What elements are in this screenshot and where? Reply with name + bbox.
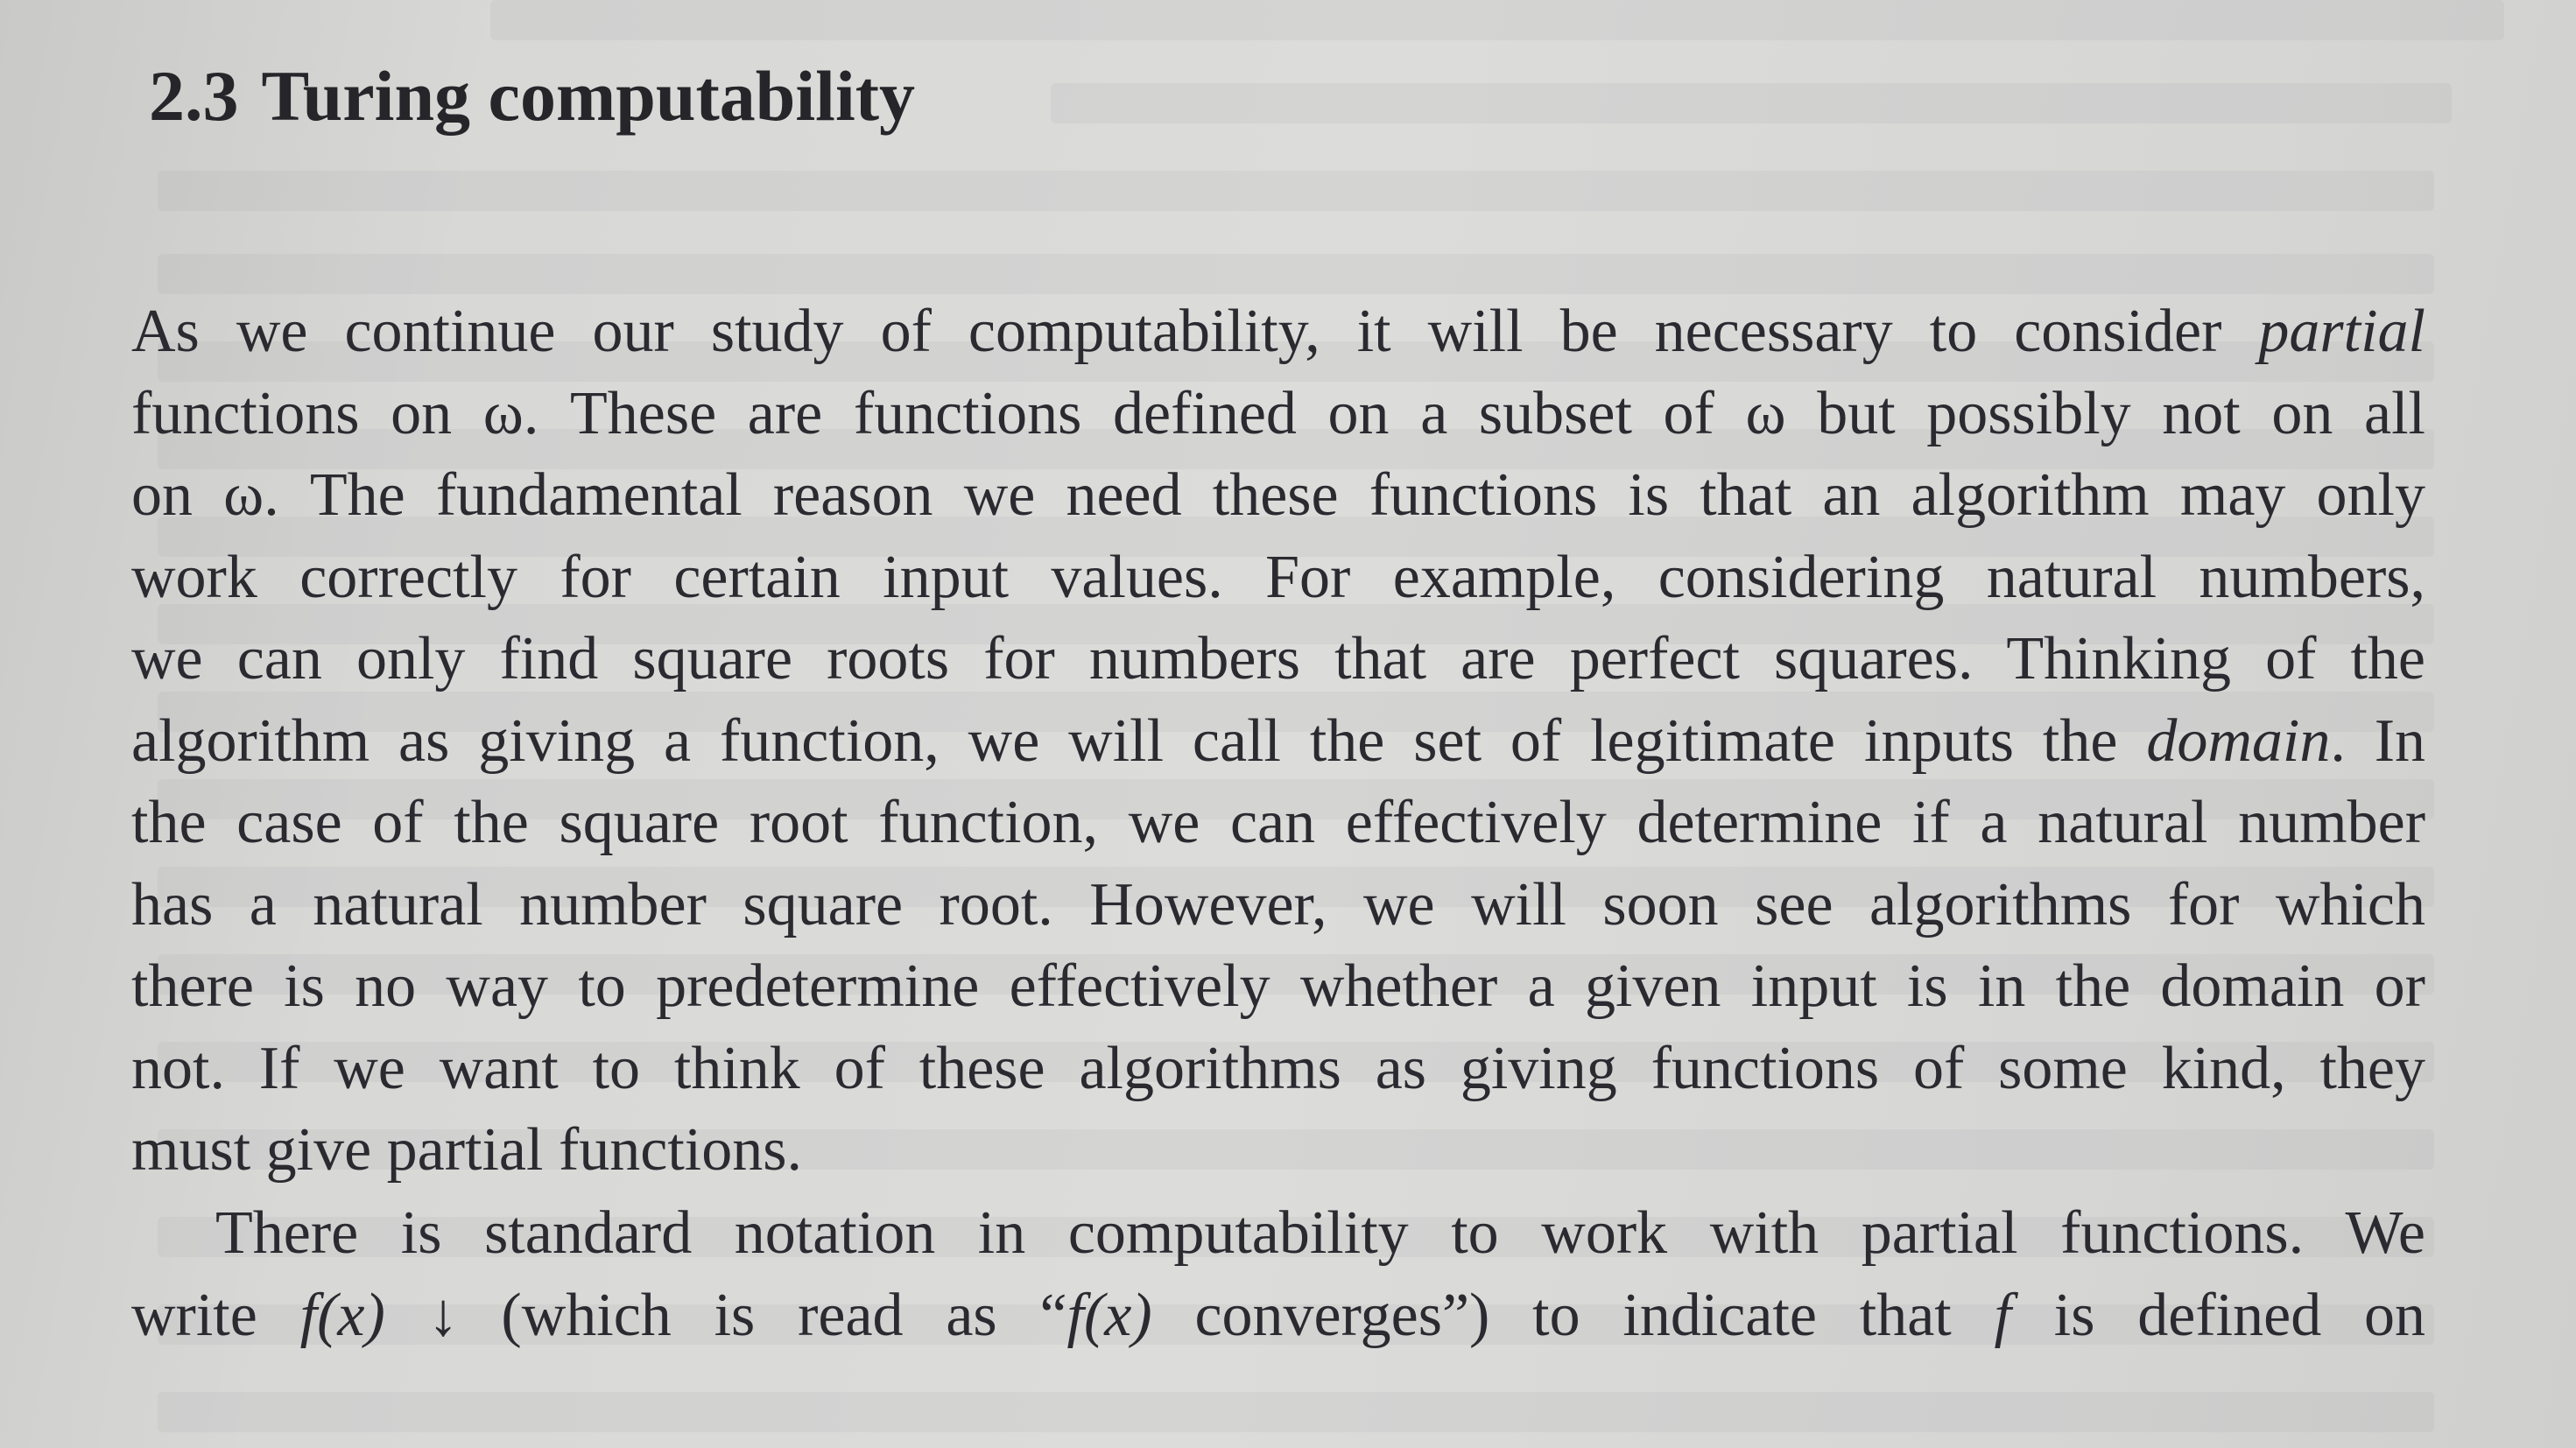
text-line: not. If we want to think of these algori… [131,1034,2425,1102]
body-paragraph-2: There is standard notation in computabil… [131,1192,2425,1356]
text-line: As we continue our study of computabilit… [131,298,2425,365]
text-line: has a natural number square root. Howeve… [131,870,2425,938]
text-line: there is no way to predetermine effectiv… [131,952,2425,1020]
section-title: Turing computability [261,56,916,136]
text-line: we can only find square roots for number… [131,625,2425,692]
text-line: must give partial functions. [131,1116,802,1184]
text-line: on ω. The fundamental reason we need the… [131,461,2425,529]
text-line: algorithm as giving a function, we will … [131,706,2425,775]
text-line: There is standard notation in computabil… [215,1199,2425,1267]
text-line: work correctly for certain input values.… [131,543,2425,611]
body-paragraph-1: As we continue our study of computabilit… [131,291,2425,1191]
section-heading: 2.3 Turing computability [131,53,2425,140]
text-line: functions on ω. These are functions defi… [131,379,2425,447]
text-line: the case of the square root function, we… [131,789,2425,856]
section-number: 2.3 [149,56,239,136]
book-page-content: 2.3 Turing computability As we continue o… [131,53,2425,1349]
text-line: write f(x) ↓ (which is read as “f(x) con… [131,1281,2425,1349]
